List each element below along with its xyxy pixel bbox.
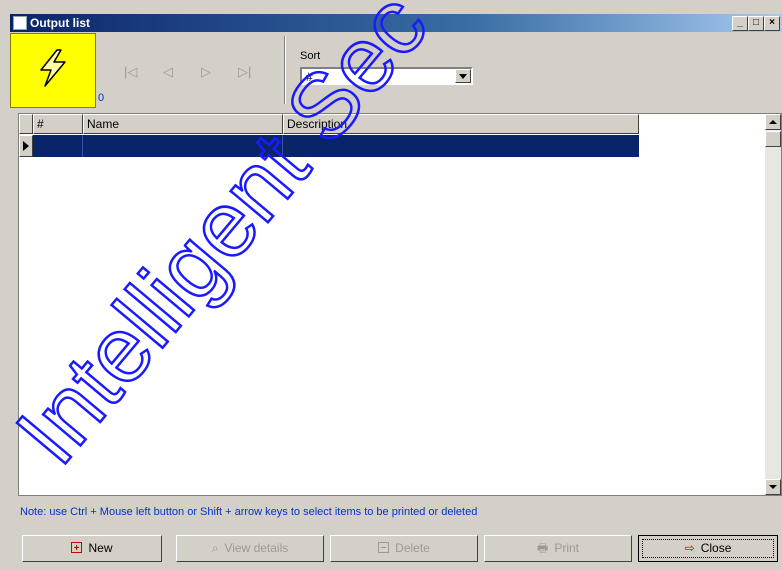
table-row[interactable] [19, 135, 639, 157]
column-header-number[interactable]: # [33, 114, 83, 134]
selection-note: Note: use Ctrl + Mouse left button or Sh… [20, 506, 478, 518]
view-details-label: View details [224, 541, 289, 555]
close-window-button[interactable]: × [764, 16, 780, 31]
output-grid[interactable]: # Name Description [18, 113, 782, 496]
header-indicator [19, 114, 33, 134]
row-cell-number[interactable] [33, 135, 83, 157]
sort-label: Sort [300, 50, 321, 62]
next-record-icon[interactable]: ▷ [201, 64, 211, 80]
minus-icon [378, 542, 390, 553]
window-title: Output list [30, 16, 90, 30]
printer-icon: 🖶 [536, 541, 549, 555]
row-cell-description[interactable] [283, 135, 639, 157]
toolbar-separator [284, 36, 286, 104]
app-icon [13, 16, 27, 30]
last-record-icon[interactable]: ▷| [238, 64, 251, 80]
exit-icon: ⇨ [684, 541, 695, 555]
close-button[interactable]: ⇨ Close [638, 535, 778, 562]
print-button-label: Print [554, 541, 579, 555]
print-button[interactable]: 🖶 Print [484, 535, 632, 562]
window-title-bar[interactable]: Output list _ □ × [10, 14, 782, 32]
row-cell-name[interactable] [83, 135, 283, 157]
new-button-label: New [88, 541, 113, 555]
column-header-name[interactable]: Name [83, 114, 283, 134]
chevron-down-icon[interactable] [455, 69, 471, 83]
prev-record-icon[interactable]: ◁ [163, 64, 173, 80]
first-record-icon[interactable]: |◁ [124, 64, 137, 80]
delete-button[interactable]: Delete [330, 535, 478, 562]
column-header-description[interactable]: Description [283, 114, 639, 134]
close-button-label: Close [700, 541, 732, 555]
scroll-down-icon[interactable] [765, 479, 781, 495]
lightning-logo [10, 33, 96, 108]
scroll-thumb[interactable] [765, 131, 781, 147]
vertical-scrollbar[interactable] [765, 114, 781, 495]
grid-header: # Name Description [19, 114, 639, 134]
sort-dropdown-value: # [306, 70, 313, 84]
record-counter: 0 [98, 92, 105, 104]
magnifier-icon: ⌕ [211, 541, 219, 555]
minimize-button[interactable]: _ [732, 16, 748, 31]
scroll-up-icon[interactable] [765, 114, 781, 130]
lightning-icon [40, 49, 66, 87]
row-indicator-icon [19, 135, 33, 157]
sort-dropdown[interactable]: # [300, 67, 473, 85]
delete-button-label: Delete [395, 541, 430, 555]
new-button[interactable]: New [22, 535, 162, 562]
view-details-button[interactable]: ⌕ View details [176, 535, 324, 562]
maximize-button[interactable]: □ [748, 16, 764, 31]
plus-icon [71, 542, 83, 553]
